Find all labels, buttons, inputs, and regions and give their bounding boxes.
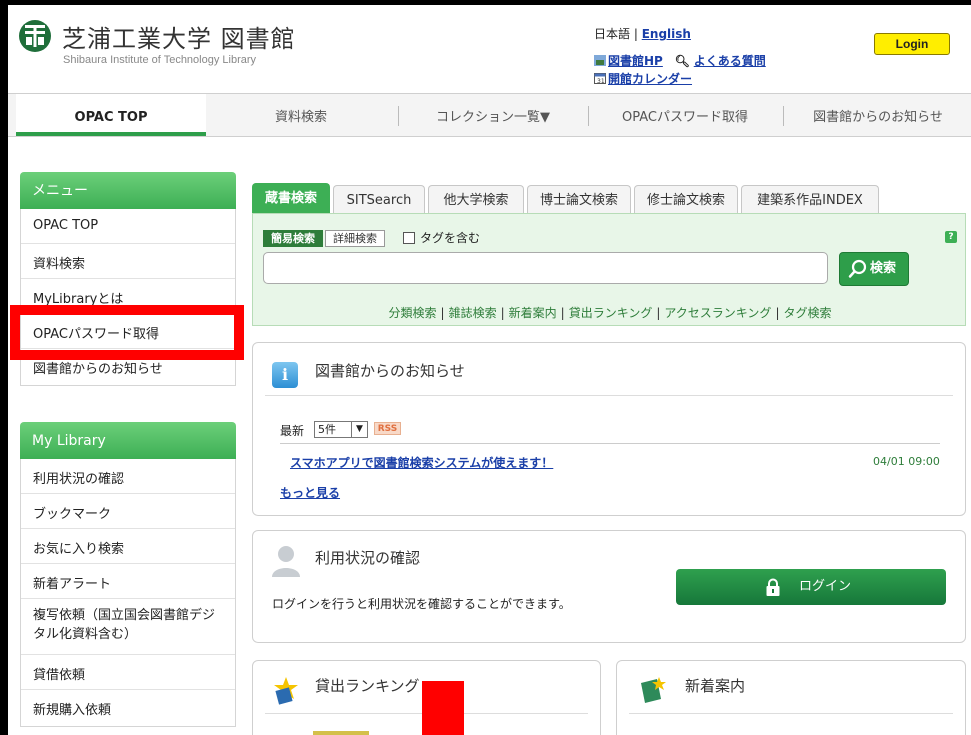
panel-divider — [265, 395, 953, 396]
link-tag-search[interactable]: タグ検索 — [783, 306, 831, 320]
search-icon: 🔍︎ — [674, 54, 690, 68]
nav-divider — [588, 106, 589, 126]
mylibrary-list: 利用状況の確認 ブックマーク お気に入り検索 新着アラート 複写依頼（国立国会図… — [20, 459, 236, 727]
site-header: 芝浦工業大学 図書館 Shibaura Institute of Technol… — [8, 5, 971, 93]
panel-divider — [629, 713, 953, 714]
nav-search[interactable]: 資料検索 — [206, 94, 396, 136]
news-divider — [280, 443, 940, 444]
news-count-select[interactable]: 5件 ▼ — [314, 421, 368, 438]
svg-text:31: 31 — [597, 78, 605, 84]
login-button[interactable]: Login — [874, 33, 950, 55]
site-title[interactable]: 芝浦工業大学 図書館 — [62, 19, 296, 54]
header-links: 図書館HP 🔍︎ よくある質問 31 開館カレンダー — [594, 52, 766, 88]
news-count-value: 5件 — [318, 423, 336, 436]
search-button[interactable]: 検索 — [839, 252, 909, 286]
tab-masters[interactable]: 修士論文検索 — [634, 185, 738, 215]
mylib-item-alert[interactable]: 新着アラート — [21, 564, 235, 599]
help-icon[interactable]: ? — [945, 231, 957, 243]
mylib-item-purchase-request[interactable]: 新規購入依頼 — [21, 690, 235, 726]
mode-detail[interactable]: 詳細検索 — [325, 230, 385, 247]
library-hp-link[interactable]: 図書館HP — [608, 54, 663, 68]
search-panel: 簡易検索 詳細検索 タグを含む ? 検索 分類検索 | 雑誌検索 | 新着案内 | 貸出ラン… — [252, 213, 966, 326]
link-classification[interactable]: 分類検索 — [389, 306, 437, 320]
mylib-item-bookmark[interactable]: ブックマーク — [21, 494, 235, 529]
chevron-down-icon: ▼ — [351, 422, 367, 437]
news-panel: i 図書館からのお知らせ 最新 5件 ▼ RSS スマホアプリで図書館検索システ… — [252, 342, 966, 516]
more-link[interactable]: もっと見る — [280, 484, 340, 501]
new-arrivals-panel: 新着案内 — [616, 660, 966, 735]
mylib-item-copy-request[interactable]: 複写依頼（国立国会図書館デジタル化資料含む） — [21, 599, 235, 655]
link-new-arrivals[interactable]: 新着案内 — [509, 306, 557, 320]
include-tags-checkbox[interactable] — [403, 232, 415, 244]
nav-password[interactable]: OPACパスワード取得 — [590, 94, 780, 136]
ranking-title: 貸出ランキング — [315, 677, 420, 695]
menu-item-opac-top[interactable]: OPAC TOP — [21, 209, 235, 244]
new-arrivals-title: 新着案内 — [685, 677, 746, 695]
link-separator: | — [560, 306, 565, 320]
link-loan-ranking[interactable]: 貸出ランキング — [569, 306, 653, 320]
link-separator: | — [656, 306, 661, 320]
link-access-ranking[interactable]: アクセスランキング — [664, 306, 771, 320]
book-cover-thumbnail[interactable] — [313, 731, 369, 735]
mylib-item-saved-search[interactable]: お気に入り検索 — [21, 529, 235, 564]
nav-divider — [783, 106, 784, 126]
calendar-link[interactable]: 開館カレンダー — [608, 72, 692, 86]
lang-current: 日本語 — [594, 27, 631, 41]
news-item-date: 04/01 09:00 — [873, 455, 940, 468]
mode-simple[interactable]: 簡易検索 — [263, 230, 323, 247]
include-tags-label: タグを含む — [420, 231, 481, 245]
nav-news[interactable]: 図書館からのお知らせ — [785, 94, 971, 136]
user-icon — [272, 546, 300, 577]
search-button-label: 検索 — [870, 261, 897, 276]
tab-architecture-index[interactable]: 建築系作品INDEX — [741, 185, 879, 215]
mylibrary-heading: My Library — [20, 422, 236, 459]
magnifier-icon — [848, 259, 867, 278]
mylib-item-usage[interactable]: 利用状況の確認 — [21, 459, 235, 494]
university-logo-icon — [19, 20, 51, 52]
page-frame: 芝浦工業大学 図書館 Shibaura Institute of Technol… — [8, 5, 971, 735]
rss-icon[interactable]: RSS — [374, 422, 401, 435]
menu-item-search[interactable]: 資料検索 — [21, 244, 235, 279]
site-subtitle: Shibaura Institute of Technology Library — [63, 54, 257, 66]
library-hp-icon — [594, 53, 606, 66]
nav-opac-top[interactable]: OPAC TOP — [16, 94, 206, 136]
usage-title: 利用状況の確認 — [315, 549, 421, 567]
main-nav: OPAC TOP 資料検索 コレクション一覧▼ OPACパスワード取得 図書館か… — [8, 93, 971, 137]
news-item-link[interactable]: スマホアプリで図書館検索システムが使えます！ — [290, 454, 553, 471]
lang-separator: | — [633, 27, 638, 41]
highlight-box — [10, 305, 244, 360]
menu-heading: メニュー — [20, 172, 236, 209]
news-title: 図書館からのお知らせ — [315, 362, 465, 380]
link-journal[interactable]: 雑誌検索 — [449, 306, 497, 320]
language-switcher: 日本語 | English — [594, 25, 691, 42]
usage-panel: 利用状況の確認 ログインを行うと利用状況を確認することができます。 ログイン — [252, 530, 966, 643]
link-separator: | — [500, 306, 505, 320]
tab-catalog-search[interactable]: 蔵書検索 — [252, 183, 330, 215]
nav-collections[interactable]: コレクション一覧▼ — [400, 94, 586, 136]
login-large-label: ログイン — [799, 579, 852, 594]
tab-sitsearch[interactable]: SITSearch — [333, 185, 425, 215]
usage-description: ログインを行うと利用状況を確認することができます。 — [272, 597, 571, 611]
mylib-item-loan-request[interactable]: 貸借依頼 — [21, 655, 235, 690]
link-separator: | — [775, 306, 780, 320]
trophy-book-icon — [274, 677, 298, 705]
search-shortcut-links: 分類検索 | 雑誌検索 | 新着案内 | 貸出ランキング | アクセスランキング | タグ検索 — [253, 304, 967, 321]
login-large-button[interactable]: ログイン — [676, 569, 946, 605]
lang-english-link[interactable]: English — [642, 27, 691, 41]
search-input[interactable] — [263, 252, 828, 284]
tab-doctoral[interactable]: 博士論文検索 — [527, 185, 631, 215]
tab-other-univ[interactable]: 他大学検索 — [428, 185, 524, 215]
faq-link[interactable]: よくある質問 — [694, 54, 766, 68]
redaction-block — [422, 681, 464, 735]
lock-icon — [766, 578, 780, 596]
nav-divider — [398, 106, 399, 126]
new-book-icon — [641, 677, 666, 703]
calendar-icon: 31 — [594, 71, 606, 85]
latest-label: 最新 — [280, 424, 305, 438]
info-icon: i — [272, 362, 298, 388]
link-separator: | — [440, 306, 445, 320]
